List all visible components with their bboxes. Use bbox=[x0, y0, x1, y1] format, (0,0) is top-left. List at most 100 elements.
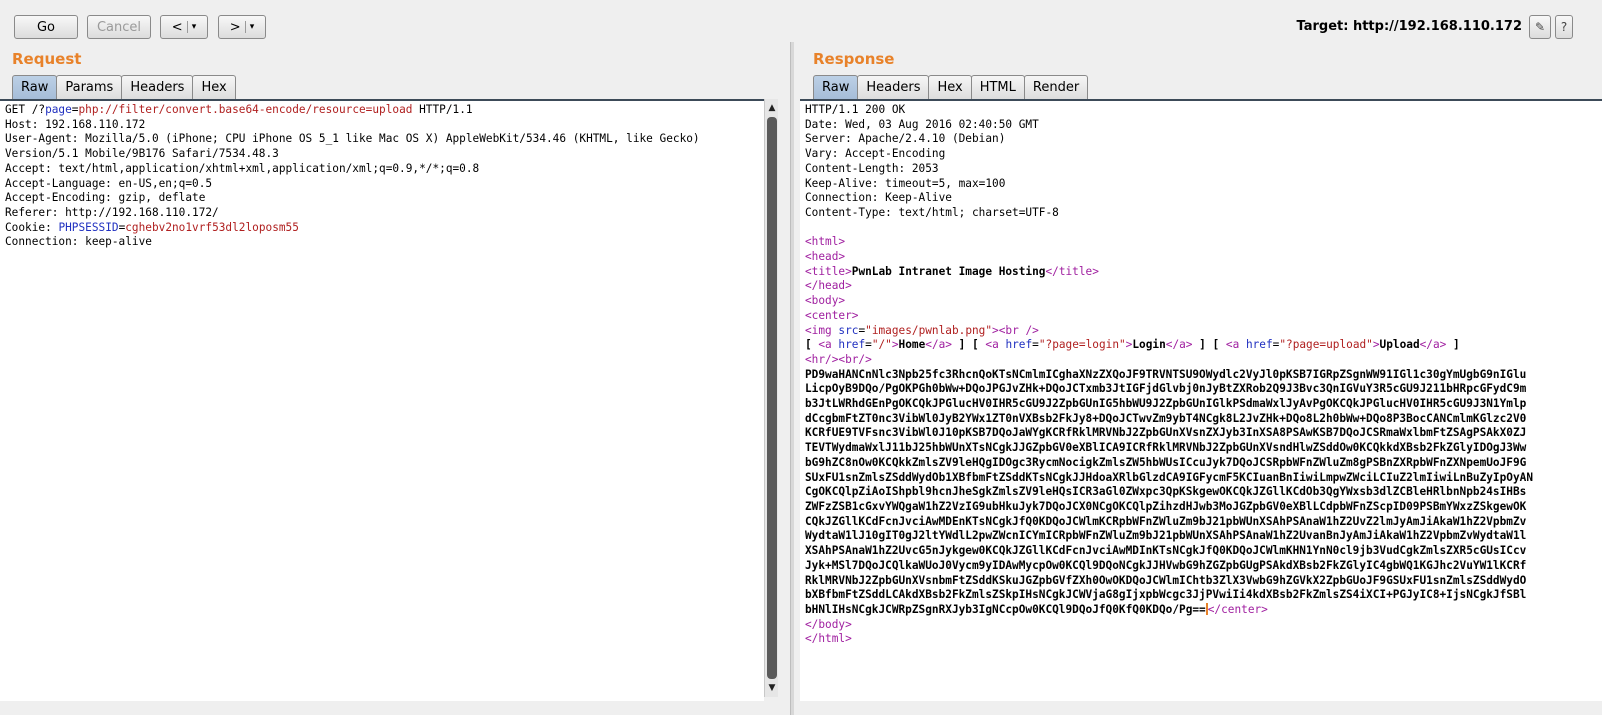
html-attr-value: "/" bbox=[871, 338, 892, 352]
html-tag: </a> bbox=[1419, 338, 1447, 352]
tab-raw[interactable]: Raw bbox=[813, 75, 859, 99]
html-tag: > bbox=[1372, 338, 1380, 352]
header-line: Accept-Language: en-US,en;q=0.5 bbox=[5, 176, 213, 190]
status-line: HTTP/1.1 200 OK bbox=[805, 103, 906, 116]
request-editor[interactable]: GET /?page=php://filter/convert.base64-e… bbox=[0, 99, 764, 701]
tab-hex[interactable]: Hex bbox=[192, 75, 236, 99]
html-tag: <title> bbox=[805, 264, 852, 278]
cancel-button-label: Cancel bbox=[96, 19, 142, 35]
html-attr: href bbox=[1245, 338, 1273, 352]
html-attr: src bbox=[838, 323, 859, 337]
base64-line: bXBfbmFtZSddLCAkdXBsb2FkZmlsZSkpIHsNCgkJ… bbox=[805, 588, 1527, 602]
html-tag: </center> bbox=[1207, 602, 1268, 616]
base64-line: PD9waHANCnNlc3Npb25fc3RhcnQoKTsNCmlmICgh… bbox=[805, 367, 1527, 381]
tab-headers[interactable]: Headers bbox=[121, 75, 194, 99]
link-text: Login bbox=[1132, 338, 1166, 352]
edit-target-button[interactable]: ✎ bbox=[1529, 15, 1551, 39]
response-editor[interactable]: HTTP/1.1 200 OK Date: Wed, 03 Aug 2016 0… bbox=[800, 99, 1602, 701]
response-raw-text[interactable]: HTTP/1.1 200 OK Date: Wed, 03 Aug 2016 0… bbox=[800, 101, 1602, 647]
tab-raw[interactable]: Raw bbox=[12, 75, 58, 99]
header-line: Date: Wed, 03 Aug 2016 02:40:50 GMT bbox=[805, 117, 1039, 131]
nav-bracket: ] [ bbox=[951, 338, 986, 352]
toolbar: Go Cancel < ▾ > ▾ Target: http://192.168.1… bbox=[0, 0, 1602, 48]
scroll-thumb[interactable] bbox=[767, 117, 777, 679]
html-attr-value: "images/pwnlab.png" bbox=[865, 323, 993, 337]
back-button[interactable]: < ▾ bbox=[160, 15, 208, 39]
base64-line: dCcgbmFtZT0nc3VibWl0JyB2YWx1ZT0nVXBsb2Fk… bbox=[805, 411, 1527, 425]
html-tag: </a> bbox=[1165, 338, 1193, 352]
html-tag: <hr/><br/> bbox=[805, 352, 872, 366]
header-line: Content-Length: 2053 bbox=[805, 161, 939, 175]
html-tag: </body> bbox=[805, 617, 852, 631]
separator bbox=[186, 21, 188, 33]
scroll-up-icon[interactable]: ▲ bbox=[765, 101, 779, 115]
html-tag: <img bbox=[805, 323, 839, 337]
split-divider[interactable] bbox=[790, 42, 794, 715]
chevron-left-icon: < bbox=[171, 19, 183, 35]
html-tag: <body> bbox=[805, 294, 846, 308]
tab-html[interactable]: HTML bbox=[970, 75, 1025, 99]
base64-line: b3JtLWRhdGEnPgOKCQkJPGlucHV0IHR5cGU9J2Zp… bbox=[805, 397, 1527, 411]
base64-line: CgOKCQlpZiAoIShpbl9hcnJheSgkZmlsZV9leHQs… bbox=[805, 485, 1527, 499]
cookie-value: cghebv2no1vrf53dl2loposm55 bbox=[125, 220, 299, 234]
pencil-icon: ✎ bbox=[1534, 20, 1546, 34]
separator bbox=[244, 21, 246, 33]
header-line: Server: Apache/2.4.10 (Debian) bbox=[805, 132, 1006, 146]
base64-line: bHNlIHsNCgkJCWRpZSgnRXJyb3IgNCcpOw0KCQl9… bbox=[805, 602, 1206, 616]
base64-line: RklMRVNbJ2ZpbGUnXVsnbmFtZSddKSkuJGZpbGVf… bbox=[805, 573, 1527, 587]
request-protocol: HTTP/1.1 bbox=[412, 103, 473, 116]
target-label: Target: http://192.168.110.172 bbox=[1296, 19, 1522, 34]
tab-render[interactable]: Render bbox=[1023, 75, 1089, 99]
request-raw-text[interactable]: GET /?page=php://filter/convert.base64-e… bbox=[0, 101, 764, 250]
request-scrollbar[interactable]: ▲ ▼ bbox=[764, 99, 778, 697]
go-button-label: Go bbox=[36, 19, 56, 35]
html-tag: </a> bbox=[925, 338, 952, 352]
cookie-name: PHPSESSID bbox=[58, 220, 119, 234]
tab-hex[interactable]: Hex bbox=[928, 75, 972, 99]
base64-line: LicpOyB9DQo/PgOKPGh0bWw+DQoJPGJvZHk+DQoJ… bbox=[805, 382, 1527, 396]
html-attr: href bbox=[1005, 338, 1033, 352]
html-attr: href bbox=[838, 338, 866, 352]
request-title: Request bbox=[12, 50, 82, 68]
cancel-button[interactable]: Cancel bbox=[87, 15, 151, 39]
base64-line: XSAhPSAnaW1hZ2UvcG5nJykgew0KCQkJZGllKCdF… bbox=[805, 544, 1527, 558]
header-line: Version/5.1 Mobile/9B176 Safari/7534.48.… bbox=[5, 147, 279, 161]
header-line: User-Agent: Mozilla/5.0 (iPhone; CPU iPh… bbox=[5, 132, 700, 146]
header-line: Accept-Encoding: gzip, deflate bbox=[5, 191, 206, 205]
base64-line: CQkJZGllKCdFcnJvciAwMDEnKTsNCgkJfQ0KDQoJ… bbox=[805, 514, 1527, 528]
html-tag: <a bbox=[1225, 338, 1246, 352]
html-tag: <html> bbox=[805, 235, 846, 249]
help-button[interactable]: ? bbox=[1555, 15, 1573, 39]
header-line: Referer: http://192.168.110.172/ bbox=[5, 205, 219, 219]
base64-line: Jyk+MSl7DQoJCQlkaWUoJ0Vycm9yIDAwMycpOw0K… bbox=[805, 558, 1527, 572]
request-method: GET /? bbox=[5, 103, 46, 116]
html-tag: <head> bbox=[805, 250, 846, 264]
base64-line: ZWFzZSB1cGxvYWQgaW1hZ2VzIG9ubHkuJyk7DQoJ… bbox=[805, 499, 1527, 513]
base64-line: SUxFU1snZmlsZSddWydOb1XBfbmFtZSddKTsNCgk… bbox=[805, 470, 1534, 484]
header-line: Connection: keep-alive bbox=[5, 235, 152, 249]
html-tag: ><br /> bbox=[992, 323, 1039, 337]
html-attr-value: "?page=upload" bbox=[1279, 338, 1373, 352]
tab-params[interactable]: Params bbox=[56, 75, 123, 99]
nav-bracket: ] bbox=[1446, 338, 1460, 352]
link-text: Upload bbox=[1379, 338, 1420, 352]
base64-line: KCRfUE9TVFsnc3VibWl0J10pKSB7DQoJaWYgKCRf… bbox=[805, 426, 1527, 440]
scroll-down-icon[interactable]: ▼ bbox=[765, 681, 779, 695]
query-param-name: page bbox=[45, 103, 72, 116]
response-title: Response bbox=[813, 50, 895, 68]
html-tag: </head> bbox=[805, 279, 852, 293]
header-line: Content-Type: text/html; charset=UTF-8 bbox=[805, 205, 1059, 219]
base64-line: TEVTWydmaWxlJ11bJ25hbWUnXTsNCgkJJGZpbGV0… bbox=[805, 441, 1527, 455]
link-text: Home bbox=[898, 338, 926, 352]
html-title-text: PwnLab Intranet Image Hosting bbox=[851, 264, 1046, 278]
header-line: Connection: Keep-Alive bbox=[805, 191, 952, 205]
nav-bracket: [ bbox=[805, 338, 819, 352]
go-button[interactable]: Go bbox=[14, 15, 78, 39]
chevron-down-icon: ▾ bbox=[191, 22, 197, 32]
html-tag: <a bbox=[818, 338, 839, 352]
base64-line: WydtaW1lJ10gIT0gJ2ltYWdlL2pwZWcnICYmICRp… bbox=[805, 529, 1527, 543]
request-tabs: Raw Params Headers Hex bbox=[12, 75, 236, 99]
forward-button[interactable]: > ▾ bbox=[218, 15, 266, 39]
tab-headers[interactable]: Headers bbox=[857, 75, 930, 99]
chevron-down-icon: ▾ bbox=[249, 22, 255, 32]
